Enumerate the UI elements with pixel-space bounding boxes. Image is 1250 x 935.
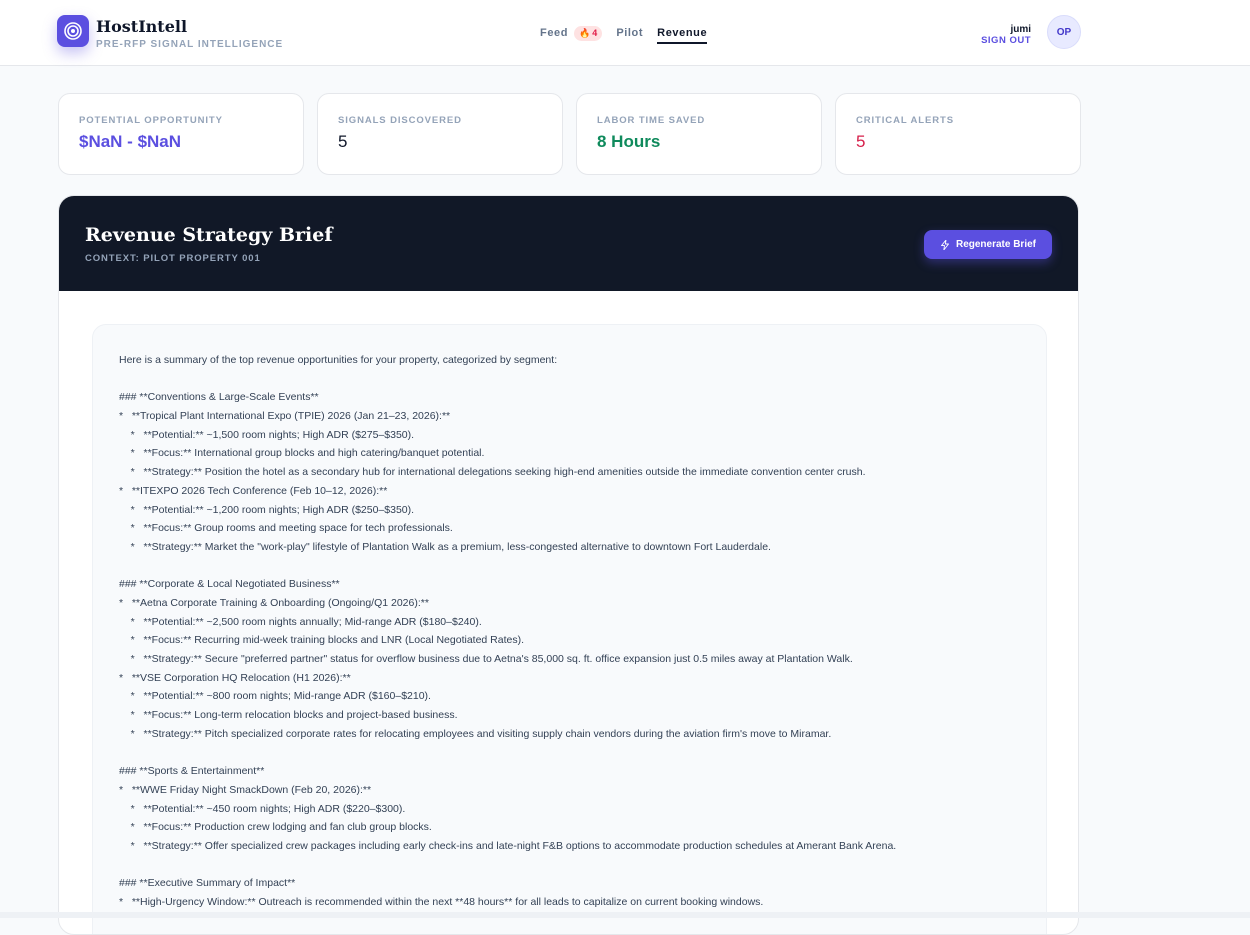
brand-tagline: PRE-RFP SIGNAL INTELLIGENCE xyxy=(96,39,284,50)
target-icon xyxy=(64,22,82,40)
summary-line: * **Potential:** ~800 room nights; Mid-r… xyxy=(119,690,431,703)
summary-line xyxy=(119,856,1020,875)
summary-line: * **Focus:** International group blocks … xyxy=(119,447,485,460)
summary-line: * **Focus:** Group rooms and meeting spa… xyxy=(119,522,453,535)
summary-line: ### **Executive Summary of Impact** xyxy=(119,877,296,890)
summary-line: * **Potential:** ~1,500 room nights; Hig… xyxy=(119,428,415,441)
regenerate-brief-label: Regenerate Brief xyxy=(955,239,1036,250)
user-name: jumi xyxy=(1010,24,1031,35)
summary-line: * **Strategy:** Secure "preferred partne… xyxy=(119,653,853,665)
summary-line: ### **Sports & Entertainment** xyxy=(119,765,265,778)
summary-line: ### **Conventions & Large-Scale Events** xyxy=(119,391,319,404)
bottom-scroll-edge xyxy=(0,912,1250,918)
revenue-strategy-brief: Revenue Strategy Brief CONTEXT: PILOT PR… xyxy=(58,195,1079,935)
summary-line: * **High-Urgency Window:** Outreach is r… xyxy=(119,895,764,908)
summary-line xyxy=(119,370,1020,389)
summary-line: * **Strategy:** Market the "work-play" l… xyxy=(119,540,771,553)
summary-line: * **Potential:** ~2,500 room nights annu… xyxy=(119,615,482,628)
stat-value: 5 xyxy=(856,132,866,151)
top-header: HostIntell PRE-RFP SIGNAL INTELLIGENCE F… xyxy=(0,0,1250,66)
lightning-icon xyxy=(941,239,949,250)
summary-line: * **Strategy:** Position the hotel as a … xyxy=(119,466,866,479)
feed-count-badge: 🔥 4 xyxy=(574,25,603,41)
main-nav: Feed 🔥 4 Pilot Revenue xyxy=(540,23,708,44)
summary-line: * **Tropical Plant International Expo (T… xyxy=(119,410,451,423)
stat-card-signals-discovered: SIGNALS DISCOVERED 5 xyxy=(317,93,563,175)
nav-pilot[interactable]: Pilot xyxy=(616,27,643,39)
nav-feed[interactable]: Feed xyxy=(540,27,568,39)
stat-card-labor-time-saved: LABOR TIME SAVED 8 Hours xyxy=(576,93,822,175)
summary-line: * **Focus:** Long-term relocation blocks… xyxy=(119,709,458,722)
flame-icon: 🔥 xyxy=(579,27,591,38)
stat-value: 8 Hours xyxy=(597,132,661,151)
stat-label: POTENTIAL OPPORTUNITY xyxy=(79,115,223,126)
summary-line: * **Aetna Corporate Training & Onboardin… xyxy=(119,596,429,609)
summary-line: * **Focus:** Recurring mid-week training… xyxy=(119,634,525,647)
brief-title: Revenue Strategy Brief xyxy=(85,224,333,246)
stat-label: CRITICAL ALERTS xyxy=(856,115,954,126)
brief-header: Revenue Strategy Brief CONTEXT: PILOT PR… xyxy=(59,196,1078,291)
stat-value: $NaN - $NaN xyxy=(79,132,182,151)
summary-line: * **WWE Friday Night SmackDown (Feb 20, … xyxy=(119,783,372,796)
stat-card-critical-alerts: CRITICAL ALERTS 5 xyxy=(835,93,1081,175)
regenerate-brief-button[interactable]: Regenerate Brief xyxy=(923,230,1052,259)
summary-line: * **Strategy:** Pitch specialized corpor… xyxy=(119,727,832,740)
sign-out-link[interactable]: SIGN OUT xyxy=(981,35,1031,46)
nav-revenue[interactable]: Revenue xyxy=(657,27,708,44)
brand-name: HostIntell xyxy=(96,17,188,36)
stat-card-potential-opportunity: POTENTIAL OPPORTUNITY $NaN - $NaN xyxy=(58,93,304,175)
brief-context: CONTEXT: PILOT PROPERTY 001 xyxy=(85,253,261,264)
summary-line xyxy=(119,743,1020,762)
summary-line: * **ITEXPO 2026 Tech Conference (Feb 10–… xyxy=(119,484,388,497)
summary-line xyxy=(119,557,1020,576)
stat-label: LABOR TIME SAVED xyxy=(597,115,706,126)
feed-badge-count: 4 xyxy=(592,28,598,38)
summary-line: * **Potential:** ~1,200 room nights; Hig… xyxy=(119,503,415,516)
stat-value: 5 xyxy=(338,132,348,151)
target-logo-icon[interactable] xyxy=(57,15,89,47)
brief-summary: Here is a summary of the top revenue opp… xyxy=(92,324,1047,934)
summary-line: Here is a summary of the top revenue opp… xyxy=(119,354,558,366)
avatar[interactable]: OP xyxy=(1047,15,1081,49)
summary-line: ### **Corporate & Local Negotiated Busin… xyxy=(119,578,340,591)
stat-label: SIGNALS DISCOVERED xyxy=(338,115,462,126)
summary-line: * **Potential:** ~450 room nights; High … xyxy=(119,802,406,815)
summary-line: * **Focus:** Production crew lodging and… xyxy=(119,821,432,834)
summary-line: * **VSE Corporation HQ Relocation (H1 20… xyxy=(119,671,351,684)
summary-line: * **Strategy:** Offer specialized crew p… xyxy=(119,839,897,852)
